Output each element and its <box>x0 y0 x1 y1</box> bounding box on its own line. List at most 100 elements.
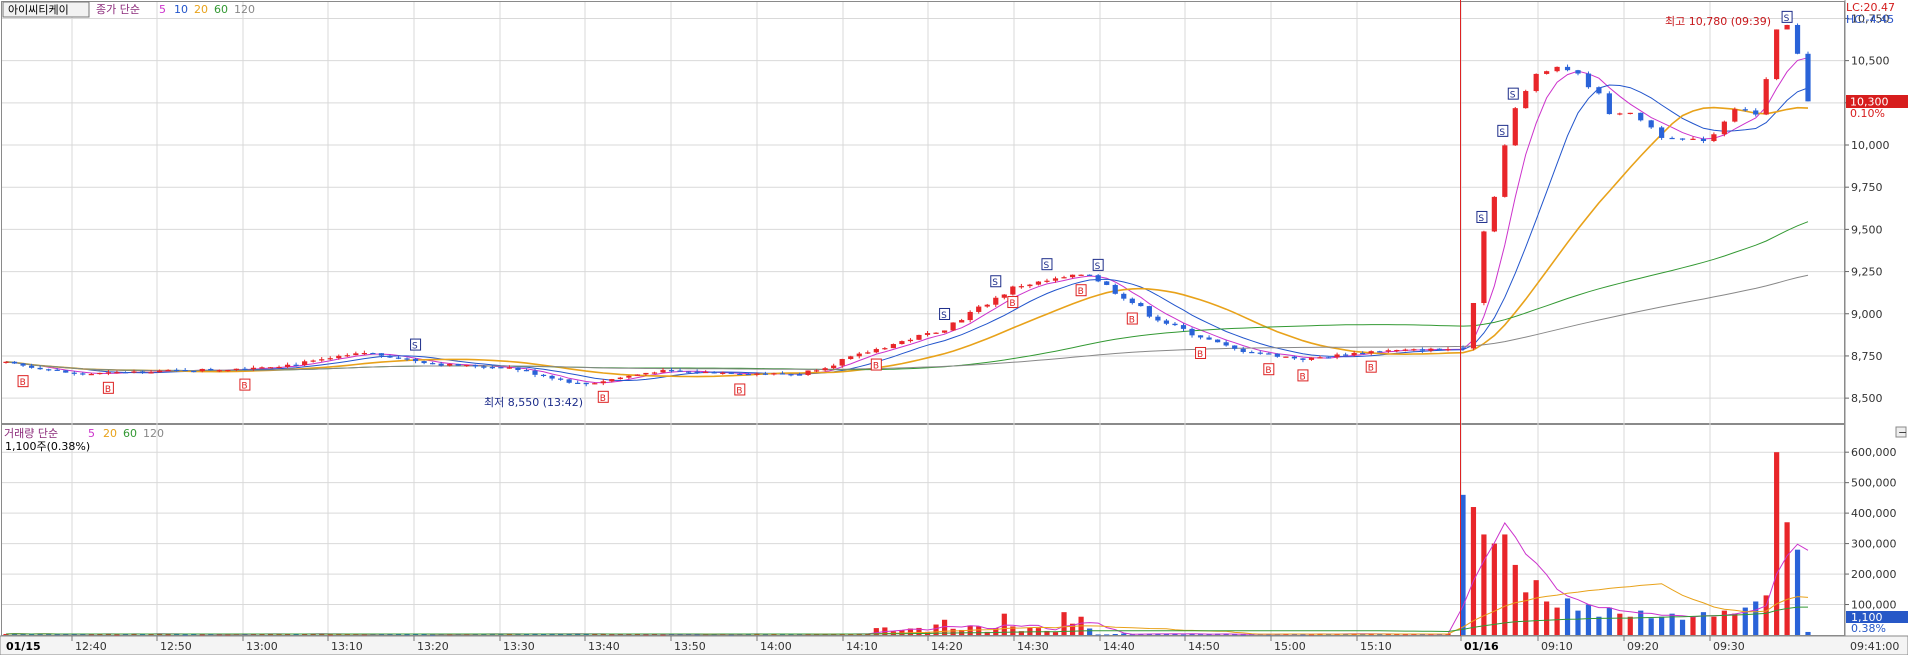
candle-body <box>677 370 683 372</box>
candle-body <box>1189 328 1195 336</box>
trade-markers: B B B B B B B B B B B B B S S S S S S S S S <box>17 10 1793 404</box>
volume-bar <box>1052 632 1059 635</box>
candle-body <box>1794 24 1801 54</box>
volume-bar <box>1481 534 1487 635</box>
candle-body <box>395 357 402 359</box>
volume-header: 거래량 단순 5 20 60 120 1,100주(0.38%) − <box>4 426 1907 453</box>
sell-marker-letter: S <box>941 311 947 321</box>
candle-body <box>796 374 803 376</box>
buy-marker-letter: B <box>1129 316 1135 326</box>
candle-body <box>660 370 666 373</box>
volume-bar <box>1300 634 1306 636</box>
volume-bar <box>1711 616 1717 635</box>
buy-marker: B <box>597 390 609 404</box>
candle-body <box>1035 281 1042 285</box>
sell-marker-letter: S <box>1095 262 1101 272</box>
candle-body <box>404 358 410 360</box>
x-tick-label: 13:10 <box>331 640 363 653</box>
candle-body <box>250 367 257 370</box>
buy-marker: B <box>734 383 746 396</box>
volume-bar <box>1606 607 1612 635</box>
candle-body <box>1300 358 1306 360</box>
candle-body <box>361 352 367 355</box>
volume-bar <box>1617 613 1623 635</box>
volume-tick-label: 600,000 <box>1851 446 1897 459</box>
candle-body <box>1805 53 1811 102</box>
candle-body <box>1249 351 1255 354</box>
candle-body <box>762 373 768 375</box>
candle-body <box>941 330 948 333</box>
candle-body <box>199 368 205 372</box>
candle-body <box>1585 73 1592 88</box>
volume-tick-label: 400,000 <box>1851 507 1897 520</box>
volume-bar <box>1533 580 1539 635</box>
candle-body <box>728 372 734 374</box>
candle-body <box>1180 325 1187 329</box>
volume-bar <box>950 628 956 635</box>
candle-body <box>924 333 931 335</box>
candle-body <box>1523 91 1529 109</box>
volume-bar <box>327 634 333 636</box>
candle-body <box>481 366 487 368</box>
x-tick-label: 13:40 <box>588 640 620 653</box>
candle-body <box>1334 354 1340 358</box>
candle-body <box>1596 87 1602 94</box>
candle-body <box>950 322 956 331</box>
candle-body <box>856 353 862 357</box>
candle-body <box>1679 138 1686 140</box>
sell-marker: S <box>1781 10 1793 24</box>
x-tick-label: 14:40 <box>1103 640 1135 653</box>
sell-marker: S <box>1041 258 1053 271</box>
candle-body <box>293 364 299 366</box>
candle-body <box>1052 278 1059 281</box>
candle-body <box>148 372 154 374</box>
buy-marker: B <box>1075 284 1087 297</box>
candle-body <box>703 371 709 374</box>
candle-body <box>1627 112 1633 115</box>
candle-body <box>421 361 427 364</box>
candle-body <box>1172 323 1178 326</box>
candle-body <box>1402 349 1408 351</box>
x-tick-label: 15:00 <box>1274 640 1306 653</box>
candle-body <box>464 364 470 367</box>
candle-body <box>1436 348 1443 350</box>
buy-marker: B <box>1365 360 1377 374</box>
volume-current-text: 1,100주(0.38%) <box>5 440 90 453</box>
price-candles <box>3 23 1811 387</box>
candle-body <box>1617 113 1623 115</box>
volume-bar <box>1112 634 1118 635</box>
candle-body <box>1638 112 1644 121</box>
volume-bar <box>1596 616 1602 635</box>
candle-body <box>1544 71 1550 74</box>
sell-marker-letter: S <box>1510 91 1516 101</box>
candle-body <box>643 372 649 375</box>
price-pane-frame <box>1 1 1845 424</box>
volume-tick-label: 500,000 <box>1851 477 1897 490</box>
price-ma10-label: 10 <box>174 3 188 16</box>
price-tick-label: 8,500 <box>1851 392 1883 405</box>
buy-marker-letter: B <box>1009 299 1015 309</box>
volume-y-axis: 600,000 500,000 400,000 300,000 200,000 100,0… <box>1845 446 1897 612</box>
candle-body <box>1659 127 1665 138</box>
candle-body <box>156 370 163 373</box>
stock-chart[interactable]: B B B B B B B B B B B B B S S S S S S S S S 아이씨티케이 종가 단순 5 10… <box>0 0 1908 655</box>
candle-body <box>20 363 26 366</box>
price-tick-label: 9,750 <box>1851 181 1883 194</box>
candle-body <box>1121 293 1127 299</box>
candle-body <box>668 370 675 372</box>
candle-body <box>1411 349 1417 351</box>
candle-body <box>225 369 231 372</box>
sell-marker: S <box>1476 210 1488 224</box>
volume-bar <box>1027 627 1033 635</box>
sell-marker: S <box>1497 124 1509 138</box>
x-tick-label: 13:30 <box>503 640 535 653</box>
candle-body <box>131 371 137 373</box>
candle-body <box>447 363 453 366</box>
candle-body <box>88 373 94 376</box>
candle-body <box>933 332 939 334</box>
candle-body <box>583 382 589 385</box>
price-ma5-label: 5 <box>159 3 166 16</box>
buy-marker-letter: B <box>20 378 26 388</box>
candle-body <box>1481 231 1487 303</box>
candle-body <box>1027 284 1033 287</box>
